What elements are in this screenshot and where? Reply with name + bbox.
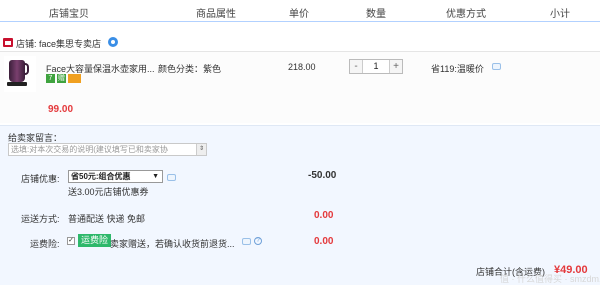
shop-name-link[interactable]: 店铺: face集思专卖店	[16, 37, 101, 50]
seven-day-return-icon: 7	[46, 74, 55, 83]
quantity-input[interactable]: 1	[363, 60, 389, 73]
insurance-help-icon[interactable]: ?	[254, 237, 262, 245]
cart-header: 店铺宝贝 商品属性 单价 数量 优惠方式 小计	[0, 0, 600, 22]
shop-discount-amount: -50.00	[308, 170, 337, 181]
col-unit-price: 单价	[289, 9, 309, 20]
shipping-amount: 0.00	[314, 210, 334, 221]
increase-button[interactable]: +	[389, 60, 402, 73]
discount-text: 省119:温暖价	[431, 64, 484, 74]
wangwang-chat-icon[interactable]	[108, 37, 118, 47]
col-subtotal: 小计	[550, 9, 570, 20]
watermark: 值 · 什么值得买 · smzdm.com	[500, 274, 600, 284]
insurance-text: 卖家赠送，若确认收货前退货...	[110, 239, 235, 249]
insurance-label: 运费险:	[30, 239, 60, 249]
quantity-stepper: - 1 +	[349, 59, 403, 74]
message-placeholder: 选填:对本次交易的说明(建议填写已和卖家协	[11, 145, 168, 154]
col-quantity: 数量	[366, 9, 386, 20]
insurance-chat-icon[interactable]	[242, 238, 251, 245]
product-attribute: 颜色分类：紫色	[158, 64, 222, 74]
insurance-checkbox[interactable]: ✓	[67, 237, 75, 245]
decrease-button[interactable]: -	[350, 60, 363, 73]
insurance-badge: 运费险	[78, 234, 112, 247]
card-icon	[68, 74, 81, 83]
insurance-amount: 0.00	[314, 236, 334, 247]
item-subtotal: 99.00	[48, 104, 74, 115]
shipping-method: 普通配送 快递 免邮	[68, 214, 146, 224]
dropdown-arrow-icon: ▼	[152, 173, 159, 180]
unit-price: 218.00	[288, 62, 316, 72]
col-shop-item: 店铺宝贝	[49, 9, 89, 20]
kettle-image	[9, 60, 25, 82]
shop-discount-selected: 省50元:组合优惠	[71, 172, 131, 181]
shop-discount-label: 店铺优惠:	[21, 174, 60, 184]
kettle-base	[7, 82, 27, 86]
shop-discount-select[interactable]: 省50元:组合优惠 ▼	[68, 170, 163, 183]
col-discount: 优惠方式	[446, 9, 486, 20]
discount-info-icon[interactable]	[492, 63, 501, 70]
shop-icon	[3, 38, 13, 47]
col-attributes: 商品属性	[196, 9, 236, 20]
discount-help-icon[interactable]	[167, 174, 176, 181]
seller-message-input[interactable]: 选填:对本次交易的说明(建议填写已和卖家协 ⇕	[8, 143, 207, 156]
gift-icon: 赠	[57, 74, 66, 83]
coupon-note: 送3.00元店铺优惠券	[68, 187, 149, 197]
scroll-arrows-icon[interactable]: ⇕	[196, 144, 206, 155]
shipping-label: 运送方式:	[21, 214, 60, 224]
kettle-handle	[24, 63, 29, 75]
